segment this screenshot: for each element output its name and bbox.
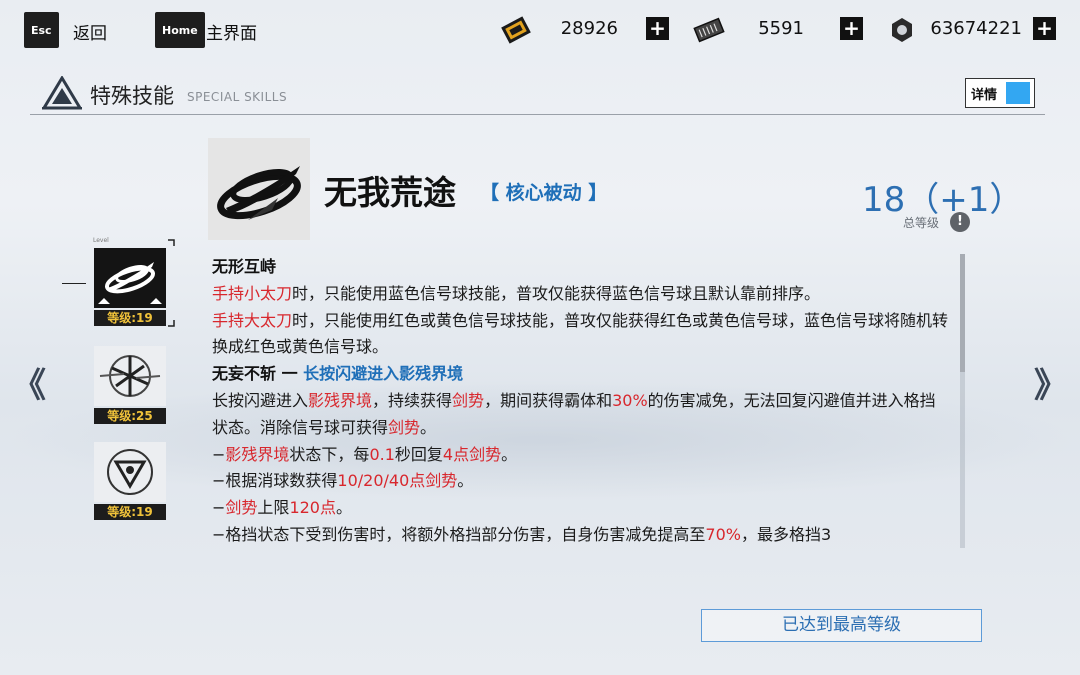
special-skills-emblem-icon	[42, 76, 82, 110]
home-button-label[interactable]: 主界面	[206, 19, 257, 44]
previous-skill-arrow[interactable]: 《	[12, 358, 46, 407]
back-button-label[interactable]: 返回	[73, 19, 107, 44]
total-level-label: 总等级	[903, 216, 940, 230]
description-scrollbar-thumb[interactable]	[960, 254, 965, 372]
description-line: −剑势上限120点。	[212, 498, 352, 518]
description-line: −格挡状态下受到伤害时，将额外格挡部分伤害，自身伤害减免提高至70%，最多格挡3	[212, 524, 832, 544]
detail-toggle[interactable]: 详情	[965, 78, 1035, 108]
shattered-blade-slot-icon	[94, 346, 166, 406]
description-line: 手持小太刀时，只能使用蓝色信号球技能，普攻仅能获得蓝色信号球且默认靠前排序。	[212, 283, 821, 303]
sub-skill-title-1: 无形互峙	[212, 257, 277, 276]
skill-slot-3[interactable]: 等级:19	[94, 442, 166, 520]
blade-swirl-icon	[217, 166, 301, 220]
detail-toggle-label: 详情	[971, 87, 998, 103]
page-title: 特殊技能	[90, 84, 174, 108]
add-nut-button[interactable]: +	[1033, 17, 1056, 40]
nut-icon	[892, 18, 912, 42]
info-icon[interactable]: !	[950, 212, 970, 232]
header-divider	[30, 114, 1045, 115]
skill-name: 无我荒途	[324, 173, 456, 212]
add-chip-button[interactable]: +	[840, 17, 863, 40]
skill-slot-level: 等级:19	[94, 504, 166, 520]
skill-description[interactable]: 无形互峙 手持小太刀时，只能使用蓝色信号球技能，普攻仅能获得蓝色信号球且默认靠前…	[212, 254, 950, 548]
total-level: 18（+1）	[862, 180, 1024, 220]
blade-swirl-slot-icon	[94, 248, 166, 308]
nut-count: 63674221	[930, 18, 1022, 39]
skill-icon	[208, 138, 310, 240]
skill-slot-level: 等级:25	[94, 408, 166, 424]
max-level-button[interactable]: 已达到最高等级	[701, 609, 982, 642]
gold-card-icon	[501, 16, 531, 44]
next-skill-arrow[interactable]: 》	[1034, 358, 1068, 407]
description-line: −影残界境状态下，每0.1秒回复4点剑势。	[212, 444, 518, 464]
skill-slot-2[interactable]: 等级:25	[94, 346, 166, 424]
description-line: 长按闪避进入影残界境，持续获得剑势，期间获得霸体和30%的伤害减免，无法回复闪避…	[212, 390, 936, 437]
description-line: 手持大太刀时，只能使用红色或黄色信号球技能，普攻仅能获得红色或黄色信号球，蓝色信…	[212, 310, 949, 357]
chip-count: 5591	[758, 18, 804, 39]
selected-slot-pointer	[62, 283, 86, 284]
esc-key-button[interactable]: Esc	[24, 12, 59, 48]
sub-skill-title-2: 无妄不斩 一 长按闪避进入影残界境	[212, 364, 464, 384]
skill-slot-level: 等级:19	[94, 310, 166, 326]
home-key-button[interactable]: Home	[155, 12, 205, 48]
chip-icon	[693, 17, 725, 43]
skill-slot-1[interactable]: 等级:19	[94, 248, 166, 326]
add-gold-card-button[interactable]: +	[646, 17, 669, 40]
description-line: −根据消球数获得10/20/40点剑势。	[212, 471, 474, 491]
skill-type: 【 核心被动 】	[480, 182, 608, 204]
triangle-sigil-slot-icon	[94, 442, 166, 502]
page-subtitle: SPECIAL SKILLS	[187, 90, 288, 104]
gold-card-count: 28926	[560, 18, 618, 39]
detail-toggle-switch[interactable]	[1006, 82, 1030, 104]
